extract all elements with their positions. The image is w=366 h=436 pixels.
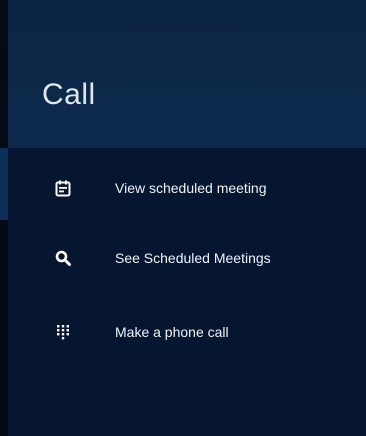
page-title: Call — [42, 78, 96, 111]
menu-item-view-scheduled-meeting[interactable]: View scheduled meeting — [8, 160, 366, 216]
call-menu: View scheduled meeting See Scheduled Mee… — [8, 148, 366, 408]
dialpad-icon — [54, 323, 72, 341]
menu-item-see-scheduled-meetings[interactable]: See Scheduled Meetings — [8, 230, 366, 286]
left-edge-strip — [0, 0, 8, 436]
menu-item-make-a-phone-call[interactable]: Make a phone call — [8, 304, 366, 360]
menu-item-label: Make a phone call — [115, 324, 229, 340]
call-panel: Call View scheduled meeting See Schedule… — [0, 0, 366, 436]
search-icon — [54, 249, 72, 267]
bottom-band — [8, 408, 366, 436]
selection-accent — [0, 148, 8, 220]
menu-item-label: View scheduled meeting — [115, 180, 267, 196]
calendar-note-icon — [54, 179, 72, 197]
panel-header: Call — [8, 0, 366, 148]
menu-item-label: See Scheduled Meetings — [115, 250, 271, 266]
